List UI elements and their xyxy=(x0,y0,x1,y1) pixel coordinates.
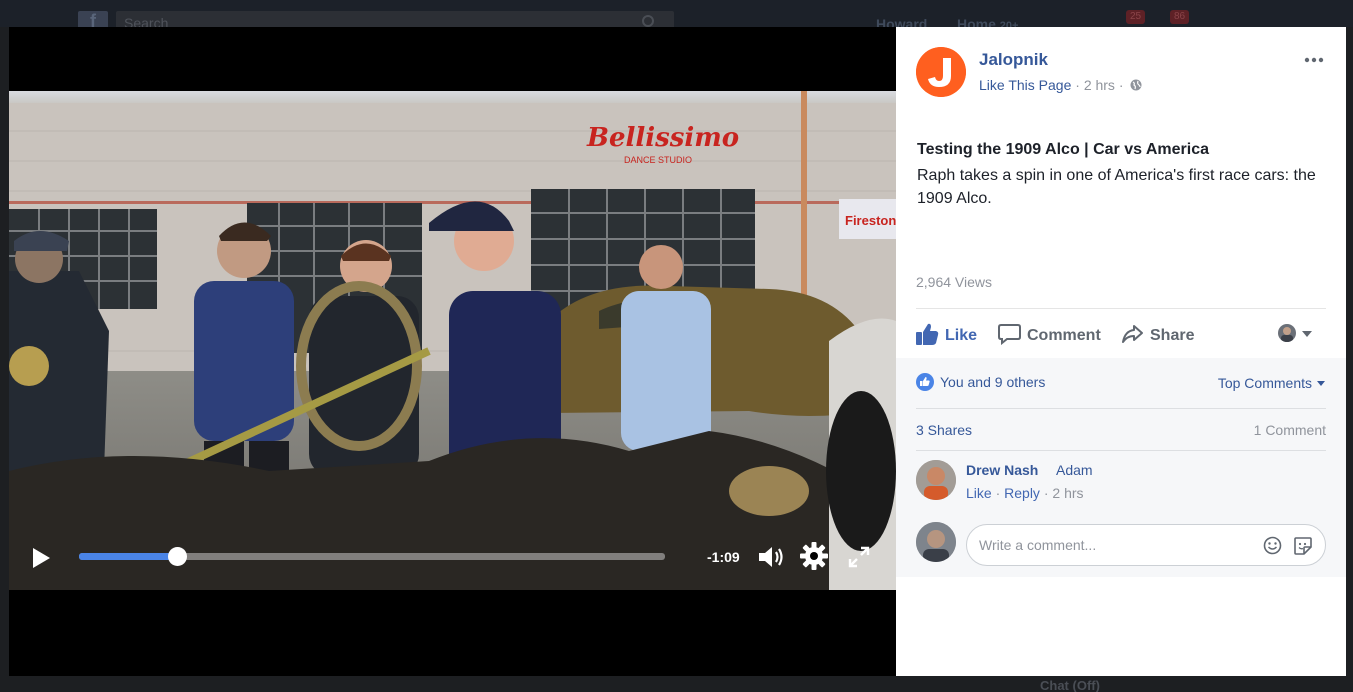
comment-text[interactable]: Adam xyxy=(1056,462,1093,478)
sort-label: Top Comments xyxy=(1217,375,1312,391)
shares-count-link[interactable]: 3 Shares xyxy=(916,422,972,438)
chevron-down-icon xyxy=(1302,331,1312,337)
fullscreen-icon[interactable] xyxy=(847,545,871,569)
notification-badge-messages: 25 xyxy=(1126,10,1146,24)
post-side-panel: Jalopnik Like This Page · 2 hrs · Testin… xyxy=(896,27,1346,676)
sticker-icon[interactable] xyxy=(1293,536,1313,556)
video-still: Bellissimo DANCE STUDIO Firestone xyxy=(9,91,896,590)
share-button[interactable]: Share xyxy=(1121,323,1194,345)
video-frame[interactable]: Bellissimo DANCE STUDIO Firestone xyxy=(9,91,896,590)
comment-like-link[interactable]: Like xyxy=(966,485,992,501)
comment-reply-link[interactable]: Reply xyxy=(1004,485,1040,501)
search-bar: Search xyxy=(116,11,674,31)
reactions-summary[interactable]: You and 9 others xyxy=(916,373,1045,391)
play-icon[interactable] xyxy=(31,547,51,569)
building-sign-subtext: DANCE STUDIO xyxy=(624,155,692,165)
chat-sidebar-label: Chat (Off) xyxy=(1040,678,1100,692)
progress-fill xyxy=(79,553,178,560)
panel-empty-space xyxy=(896,577,1346,676)
emoji-icon[interactable] xyxy=(1263,536,1282,555)
like-label: Like xyxy=(945,327,978,344)
video-player[interactable]: Bellissimo DANCE STUDIO Firestone xyxy=(9,27,896,676)
like-button[interactable]: Like xyxy=(916,323,977,345)
comment-time[interactable]: 2 hrs xyxy=(1052,485,1083,501)
globe-icon xyxy=(1130,79,1142,91)
comment-actions: Like · Reply · 2 hrs xyxy=(966,485,1084,501)
time-remaining: -1:09 xyxy=(707,549,740,565)
comment-sort-dropdown[interactable]: Top Comments xyxy=(1218,375,1325,391)
comment-label: Comment xyxy=(1027,327,1101,344)
divider xyxy=(916,308,1326,309)
thumbs-up-icon xyxy=(916,323,939,345)
post-time[interactable]: 2 hrs xyxy=(1084,77,1115,93)
volume-icon[interactable] xyxy=(757,544,787,570)
comment-author[interactable]: Drew Nash xyxy=(966,462,1038,478)
share-label: Share xyxy=(1150,327,1195,344)
view-count: 2,964 Views xyxy=(916,274,993,290)
video-description: Raph takes a spin in one of America's fi… xyxy=(917,167,1316,207)
share-arrow-icon xyxy=(1122,325,1143,343)
comments-section: You and 9 others Top Comments 3 Shares 1… xyxy=(896,358,1346,577)
video-title: Testing the 1909 Alco | Car vs America xyxy=(917,141,1209,158)
jalopnik-logo-icon xyxy=(916,47,966,97)
divider xyxy=(916,450,1326,451)
page-avatar[interactable] xyxy=(916,47,966,97)
building-sign-text: Bellissimo xyxy=(586,123,739,153)
search-icon xyxy=(642,15,654,27)
post-meta: Like This Page · 2 hrs · xyxy=(979,77,1142,93)
meta-separator: · xyxy=(1075,77,1084,93)
notification-badge-alerts: 86 xyxy=(1170,10,1190,24)
reactions-text: You and 9 others xyxy=(940,374,1046,390)
meta-separator: · xyxy=(1118,77,1128,93)
video-progress-bar[interactable] xyxy=(79,547,665,566)
comments-count-link[interactable]: 1 Comment xyxy=(1254,422,1326,438)
comment-button[interactable]: Comment xyxy=(998,323,1101,346)
separator: · xyxy=(995,485,1005,501)
current-user-avatar xyxy=(916,522,956,562)
user-avatar-small xyxy=(1278,324,1296,342)
page-name-link[interactable]: Jalopnik xyxy=(979,50,1048,70)
write-comment-input[interactable]: Write a comment... xyxy=(966,524,1326,566)
audience-selector[interactable] xyxy=(1278,323,1316,345)
divider xyxy=(916,408,1326,409)
side-sign-text: Firestone xyxy=(845,213,896,228)
like-this-page-link[interactable]: Like This Page xyxy=(979,77,1071,93)
comment-bubble-icon xyxy=(998,324,1021,346)
settings-gear-icon[interactable] xyxy=(799,541,829,571)
post-header-section: Jalopnik Like This Page · 2 hrs · Testin… xyxy=(896,27,1346,358)
caret-down-icon xyxy=(1317,381,1325,386)
like-reaction-icon xyxy=(916,373,934,391)
facebook-header-dimmed: f Search Howard Home 20+ 25 86 xyxy=(0,0,1353,32)
write-comment-placeholder: Write a comment... xyxy=(979,537,1097,553)
commenter-avatar[interactable] xyxy=(916,460,956,500)
more-options-icon[interactable] xyxy=(1304,57,1324,63)
facebook-logo: f xyxy=(78,11,108,31)
